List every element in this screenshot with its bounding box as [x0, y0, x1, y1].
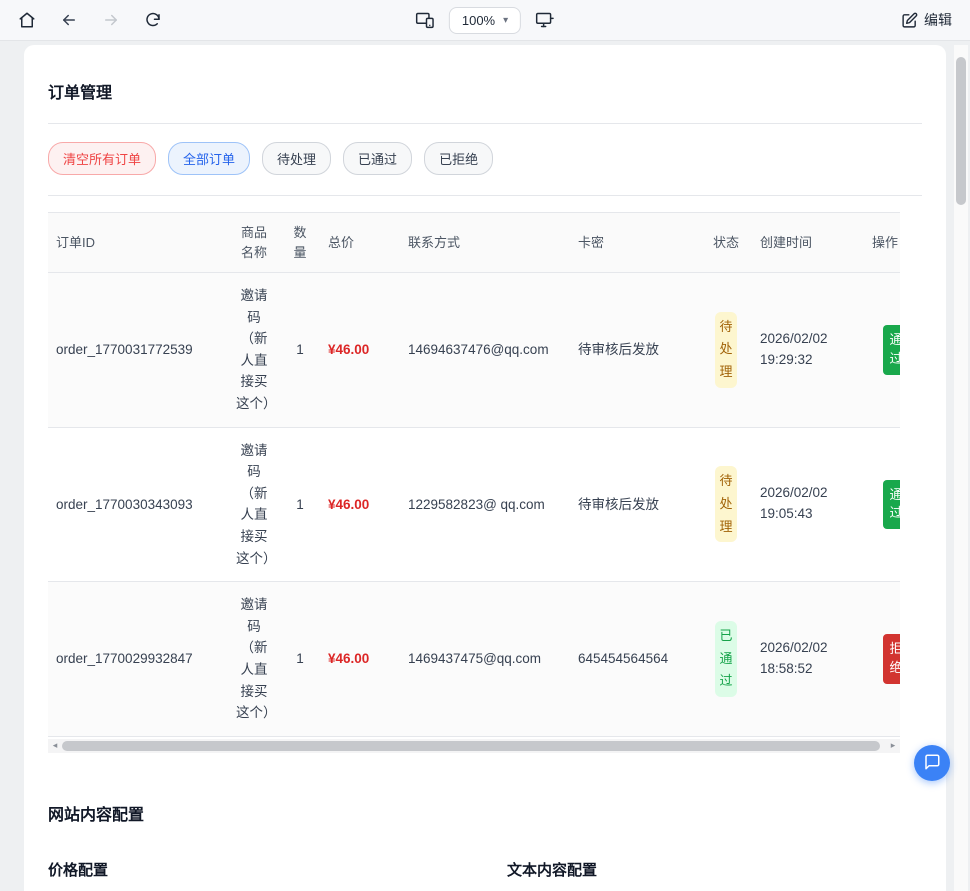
- contact: 14694637476@qq.com: [400, 273, 570, 428]
- created-time: 2026/02/02 18:58:52: [752, 582, 864, 737]
- price-config-column: 价格配置: [48, 859, 463, 891]
- filter-all-orders[interactable]: 全部订单: [168, 142, 250, 175]
- mobile-preview-icon[interactable]: [415, 11, 435, 29]
- horizontal-scrollbar-thumb[interactable]: [62, 741, 880, 751]
- zoom-value: 100%: [462, 13, 495, 28]
- chevron-down-icon: ▾: [503, 15, 508, 26]
- col-header-status: 状态: [700, 213, 752, 273]
- contact: 1469437475@qq.com: [400, 582, 570, 737]
- contact: 1229582823@ qq.com: [400, 427, 570, 582]
- desktop-preview-icon[interactable]: [535, 11, 555, 29]
- table-row: order_1770030343093 邀请码（新人直接买这个） 1 ¥46.0…: [48, 427, 900, 582]
- orders-table: 订单ID 商品名称 数量 总价 联系方式 卡密 状态 创建时间 操作: [48, 212, 900, 737]
- reject-button[interactable]: 拒绝: [883, 634, 901, 684]
- quantity: 1: [280, 427, 320, 582]
- col-header-actions: 操作: [864, 213, 900, 273]
- approve-button[interactable]: 通过: [883, 480, 901, 530]
- status-badge: 待处理: [715, 312, 737, 388]
- edit-button[interactable]: 编辑: [901, 10, 952, 30]
- product-name: 邀请码（新人直接买这个）: [228, 427, 280, 582]
- col-header-card: 卡密: [570, 213, 700, 273]
- table-row: order_1770029932847 邀请码（新人直接买这个） 1 ¥46.0…: [48, 582, 900, 737]
- filter-rejected[interactable]: 已拒绝: [424, 142, 493, 175]
- col-header-product: 商品名称: [228, 213, 280, 273]
- zoom-select[interactable]: 100% ▾: [449, 7, 521, 34]
- col-header-created: 创建时间: [752, 213, 864, 273]
- card-secret: 待审核后发放: [570, 273, 700, 428]
- divider: [48, 123, 922, 124]
- order-id: order_1770031772539: [48, 273, 228, 428]
- scroll-right-arrow-icon[interactable]: ▸: [886, 739, 900, 753]
- refresh-icon[interactable]: [144, 11, 162, 29]
- order-filters: 清空所有订单 全部订单 待处理 已通过 已拒绝: [48, 142, 922, 175]
- order-management-section: 订单管理 清空所有订单 全部订单 待处理 已通过 已拒绝: [48, 79, 922, 753]
- product-name: 邀请码（新人直接买这个）: [228, 582, 280, 737]
- card-secret: 待审核后发放: [570, 427, 700, 582]
- site-config-section: 网站内容配置 价格配置 文本内容配置: [48, 801, 922, 891]
- order-id: order_1770030343093: [48, 427, 228, 582]
- vertical-scrollbar-thumb[interactable]: [956, 57, 966, 205]
- col-header-order-id: 订单ID: [48, 213, 228, 273]
- content-card: 订单管理 清空所有订单 全部订单 待处理 已通过 已拒绝: [24, 45, 946, 891]
- total-price: ¥46.00: [328, 651, 369, 666]
- scroll-left-arrow-icon[interactable]: ◂: [48, 739, 62, 753]
- vertical-scrollbar[interactable]: [954, 45, 968, 891]
- total-price: ¥46.00: [328, 342, 369, 357]
- text-config-title: 文本内容配置: [507, 859, 922, 891]
- site-config-title: 网站内容配置: [48, 801, 922, 825]
- clear-all-orders-button[interactable]: 清空所有订单: [48, 142, 156, 175]
- text-config-column: 文本内容配置: [507, 859, 922, 891]
- chat-fab-button[interactable]: [914, 745, 950, 781]
- filter-approved[interactable]: 已通过: [343, 142, 412, 175]
- back-icon[interactable]: [60, 11, 78, 29]
- status-badge: 待处理: [715, 466, 737, 542]
- table-header-row: 订单ID 商品名称 数量 总价 联系方式 卡密 状态 创建时间 操作: [48, 213, 900, 273]
- table-row: order_1770031772539 邀请码（新人直接买这个） 1 ¥46.0…: [48, 273, 900, 428]
- orders-table-viewport: 订单ID 商品名称 数量 总价 联系方式 卡密 状态 创建时间 操作: [48, 212, 900, 737]
- order-section-title: 订单管理: [48, 79, 922, 103]
- divider: [48, 195, 922, 196]
- chat-bubble-icon: [923, 753, 941, 774]
- product-name: 邀请码（新人直接买这个）: [228, 273, 280, 428]
- home-icon[interactable]: [18, 11, 36, 29]
- edit-pencil-icon: [901, 12, 918, 29]
- col-header-contact: 联系方式: [400, 213, 570, 273]
- approve-button[interactable]: 通过: [883, 325, 901, 375]
- page: 订单管理 清空所有订单 全部订单 待处理 已通过 已拒绝: [0, 41, 970, 891]
- col-header-price: 总价: [320, 213, 400, 273]
- edit-label: 编辑: [924, 10, 952, 30]
- forward-icon[interactable]: [102, 11, 120, 29]
- price-config-title: 价格配置: [48, 859, 463, 891]
- top-toolbar: 100% ▾ 编辑: [0, 0, 970, 41]
- status-badge: 已通过: [715, 621, 737, 697]
- created-time: 2026/02/02 19:05:43: [752, 427, 864, 582]
- quantity: 1: [280, 582, 320, 737]
- created-time: 2026/02/02 19:29:32: [752, 273, 864, 428]
- col-header-quantity: 数量: [280, 213, 320, 273]
- order-id: order_1770029932847: [48, 582, 228, 737]
- card-secret: 645454564564: [570, 582, 700, 737]
- quantity: 1: [280, 273, 320, 428]
- total-price: ¥46.00: [328, 497, 369, 512]
- filter-pending[interactable]: 待处理: [262, 142, 331, 175]
- horizontal-scrollbar[interactable]: ◂ ▸: [48, 739, 900, 753]
